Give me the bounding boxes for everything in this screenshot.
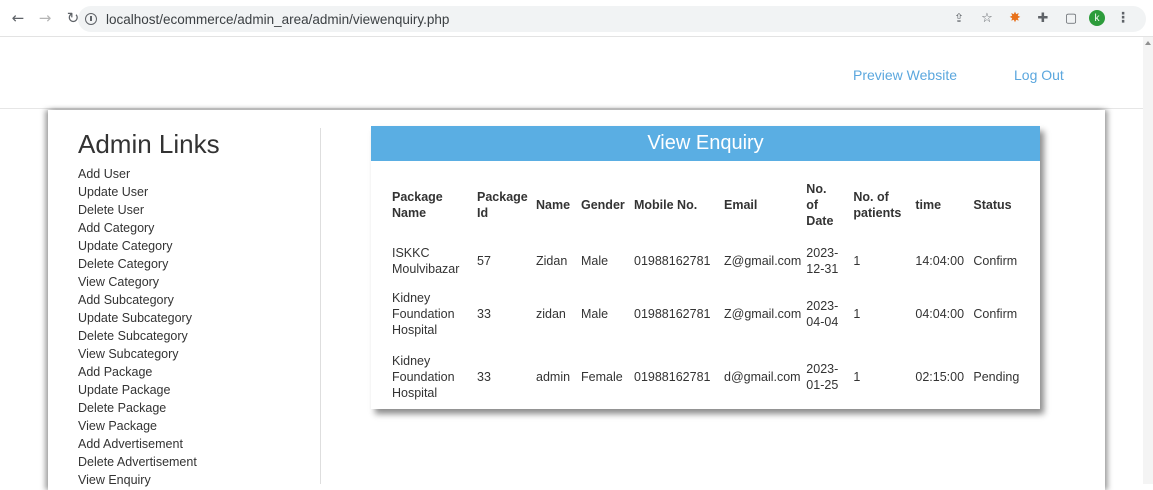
admin-links-list: Add User Update User Delete User Add Cat… [78,165,308,489]
table-row: Kidney Foundation Hospital 33 zidan Male… [392,284,1025,344]
table-row: Kidney Foundation Hospital 33 admin Fema… [392,344,1025,410]
sidebar-item-delete-advertisement[interactable]: Delete Advertisement [78,453,308,471]
table-cell: 1 [853,307,861,321]
table-cell: 14:04:00 [915,254,965,268]
page-header: Preview Website Log Out [0,37,1143,109]
scroll-up-arrow-icon[interactable] [1145,41,1151,45]
sidebar-item-delete-package[interactable]: Delete Package [78,399,308,417]
sidebar-item-add-package[interactable]: Add Package [78,363,308,381]
table-cell: Female [581,370,623,384]
column-header: Name [536,198,571,212]
table-cell: 01988162781 [634,254,711,268]
table-cell: Male [581,254,609,268]
logout-link[interactable]: Log Out [1014,67,1064,83]
sidebar-item-update-package[interactable]: Update Package [78,381,308,399]
sidebar-item-view-subcategory[interactable]: View Subcategory [78,345,308,363]
table-cell: 33 [477,370,491,384]
column-header: time [915,198,942,212]
sidebar-item-delete-subcategory[interactable]: Delete Subcategory [78,327,308,345]
table-cell: Male [581,307,609,321]
table-cell: Kidney Foundation Hospital [392,354,455,400]
table-header-row: Package Name Package Id Name Gender Mobi… [392,172,1025,238]
table-cell: admin [536,370,571,384]
forward-arrow-icon[interactable]: → [34,7,56,29]
puzzle-extensions-icon[interactable]: ✚ [1033,8,1053,28]
table-cell: 2023-12-31 [806,246,839,276]
sidebar-item-add-user[interactable]: Add User [78,165,308,183]
status-cell: Confirm [973,254,1018,268]
browser-toolbar: ← → ↻ localhost/ecommerce/admin_area/adm… [0,0,1153,37]
table-cell: 33 [477,307,491,321]
sidebar-item-update-category[interactable]: Update Category [78,237,308,255]
page-scrollbar[interactable] [1143,37,1153,484]
table-cell: 1 [853,254,861,268]
sidebar-item-delete-user[interactable]: Delete User [78,201,308,219]
table-cell: 2023-04-04 [806,299,839,329]
sidebar-item-view-enquiry[interactable]: View Enquiry [78,471,308,489]
status-cell: Confirm [973,307,1018,321]
table-cell: Zidan [536,254,568,268]
back-arrow-icon[interactable]: ← [7,7,29,29]
enquiry-card: View Enquiry Package Name Package Id Nam… [371,126,1040,409]
column-header: No. of Date [806,182,834,228]
profile-avatar[interactable]: k [1089,10,1105,26]
column-header: Gender [581,198,625,212]
kebab-menu-icon[interactable]: ⋮ [1113,8,1133,28]
admin-sidebar: Admin Links Add User Update User Delete … [78,128,308,489]
table-row: ISKKC Moulvibazar 57 Zidan Male 01988162… [392,238,1025,284]
sidebar-item-add-category[interactable]: Add Category [78,219,308,237]
table-cell: 02:15:00 [915,370,965,384]
bookmark-star-icon[interactable]: ☆ [977,8,997,28]
sidebar-item-update-subcategory[interactable]: Update Subcategory [78,309,308,327]
table-cell: d@gmail.com [724,370,801,384]
sidebar-item-view-category[interactable]: View Category [78,273,308,291]
table-cell: Kidney Foundation Hospital [392,291,455,337]
table-cell: ISKKC Moulvibazar [392,246,460,276]
enquiry-title: View Enquiry [371,126,1040,161]
table-cell: 01988162781 [634,307,711,321]
browser-actions: ⇪ ☆ ✸ ✚ ▢ k ⋮ [941,8,1133,28]
column-header: Email [724,198,758,212]
table-cell: 04:04:00 [915,307,965,321]
sidebar-item-add-advertisement[interactable]: Add Advertisement [78,435,308,453]
sidebar-item-add-subcategory[interactable]: Add Subcategory [78,291,308,309]
column-header: Package Name [392,190,443,220]
url-text[interactable]: localhost/ecommerce/admin_area/admin/vie… [106,12,449,27]
column-header: Status [973,198,1012,212]
extension-icon[interactable]: ✸ [1005,8,1025,28]
table-cell: 57 [477,254,491,268]
table-cell: Z@gmail.com [724,254,802,268]
sidebar-item-view-package[interactable]: View Package [78,417,308,435]
table-cell: 2023-01-25 [806,362,839,392]
sidebar-divider [320,128,321,484]
column-header: Package Id [477,190,528,220]
column-header: Mobile No. [634,198,698,212]
sidebar-item-update-user[interactable]: Update User [78,183,308,201]
enquiry-table: Package Name Package Id Name Gender Mobi… [392,172,1025,410]
share-icon[interactable]: ⇪ [949,8,969,28]
info-icon[interactable] [85,13,97,25]
table-cell: 1 [853,370,861,384]
table-cell: Z@gmail.com [724,307,802,321]
column-header: No. of patients [853,190,902,220]
preview-website-link[interactable]: Preview Website [853,67,957,83]
status-cell: Pending [973,370,1020,384]
table-cell: zidan [536,307,566,321]
sidebar-panel-icon[interactable]: ▢ [1061,8,1081,28]
sidebar-title: Admin Links [78,129,220,159]
table-cell: 01988162781 [634,370,711,384]
sidebar-item-delete-category[interactable]: Delete Category [78,255,308,273]
